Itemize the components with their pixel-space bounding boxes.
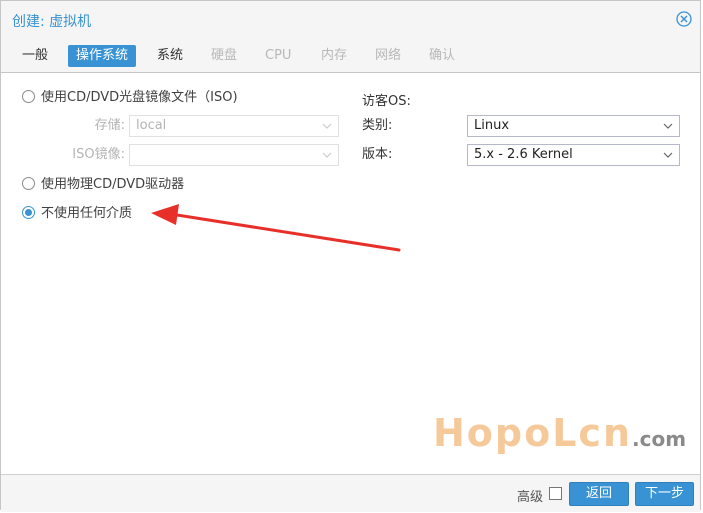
create-vm-dialog: 创建: 虚拟机 一般 操作系统 系统 硬盘 CPU 内存 网络 确认 使用CD/… — [0, 0, 701, 512]
tab-general[interactable]: 一般 — [14, 45, 56, 67]
tab-confirm: 确认 — [429, 48, 456, 63]
radio-physical-circle[interactable] — [22, 177, 35, 190]
radio-no-media-label: 不使用任何介质 — [41, 206, 133, 221]
advanced-label: 高级 — [517, 490, 544, 505]
close-icon[interactable] — [676, 11, 692, 27]
iso-image-label: ISO镜像: — [72, 147, 125, 162]
dialog-title: 创建: 虚拟机 — [12, 14, 92, 30]
storage-label: 存储: — [94, 118, 125, 133]
iso-image-select — [129, 144, 339, 166]
radio-iso-circle[interactable] — [22, 90, 35, 103]
tab-harddisk: 硬盘 — [211, 48, 238, 63]
chevron-down-icon — [322, 123, 332, 129]
dialog-footer: 高级 返回 下一步 — [1, 474, 700, 512]
os-version-value: 5.x - 2.6 Kernel — [474, 147, 573, 162]
os-type-label: 类别: — [362, 118, 393, 133]
radio-no-media[interactable]: 不使用任何介质 — [22, 205, 132, 223]
guest-os-title: 访客OS: — [362, 94, 411, 109]
tab-cpu: CPU — [265, 48, 292, 63]
os-version-select[interactable]: 5.x - 2.6 Kernel — [467, 144, 680, 166]
watermark-main: HopoLcn — [433, 411, 633, 455]
chevron-down-icon — [663, 123, 673, 129]
back-button[interactable]: 返回 — [569, 482, 629, 506]
radio-physical-label: 使用物理CD/DVD驱动器 — [41, 177, 185, 192]
chevron-down-icon — [322, 152, 332, 158]
tab-network: 网络 — [375, 48, 402, 63]
radio-iso-label: 使用CD/DVD光盘镜像文件（ISO) — [41, 90, 238, 105]
wizard-tab-bar: 一般 操作系统 系统 硬盘 CPU 内存 网络 确认 — [1, 39, 700, 73]
os-version-label: 版本: — [362, 147, 393, 162]
storage-value: local — [136, 118, 167, 133]
advanced-checkbox[interactable] — [549, 487, 562, 500]
storage-select: local — [129, 115, 339, 137]
radio-no-media-circle[interactable] — [22, 206, 35, 219]
dialog-titlebar: 创建: 虚拟机 — [1, 1, 700, 39]
watermark-suffix: .com — [632, 427, 687, 451]
os-type-select[interactable]: Linux — [467, 115, 680, 137]
chevron-down-icon — [663, 152, 673, 158]
tab-os[interactable]: 操作系统 — [68, 45, 137, 67]
tab-system[interactable]: 系统 — [149, 45, 191, 67]
next-button[interactable]: 下一步 — [635, 482, 694, 506]
radio-use-iso[interactable]: 使用CD/DVD光盘镜像文件（ISO) — [22, 89, 238, 107]
tab-memory: 内存 — [321, 48, 348, 63]
watermark: HopoLcn.com — [433, 411, 686, 455]
radio-use-physical[interactable]: 使用物理CD/DVD驱动器 — [22, 176, 184, 194]
os-type-value: Linux — [474, 118, 510, 133]
